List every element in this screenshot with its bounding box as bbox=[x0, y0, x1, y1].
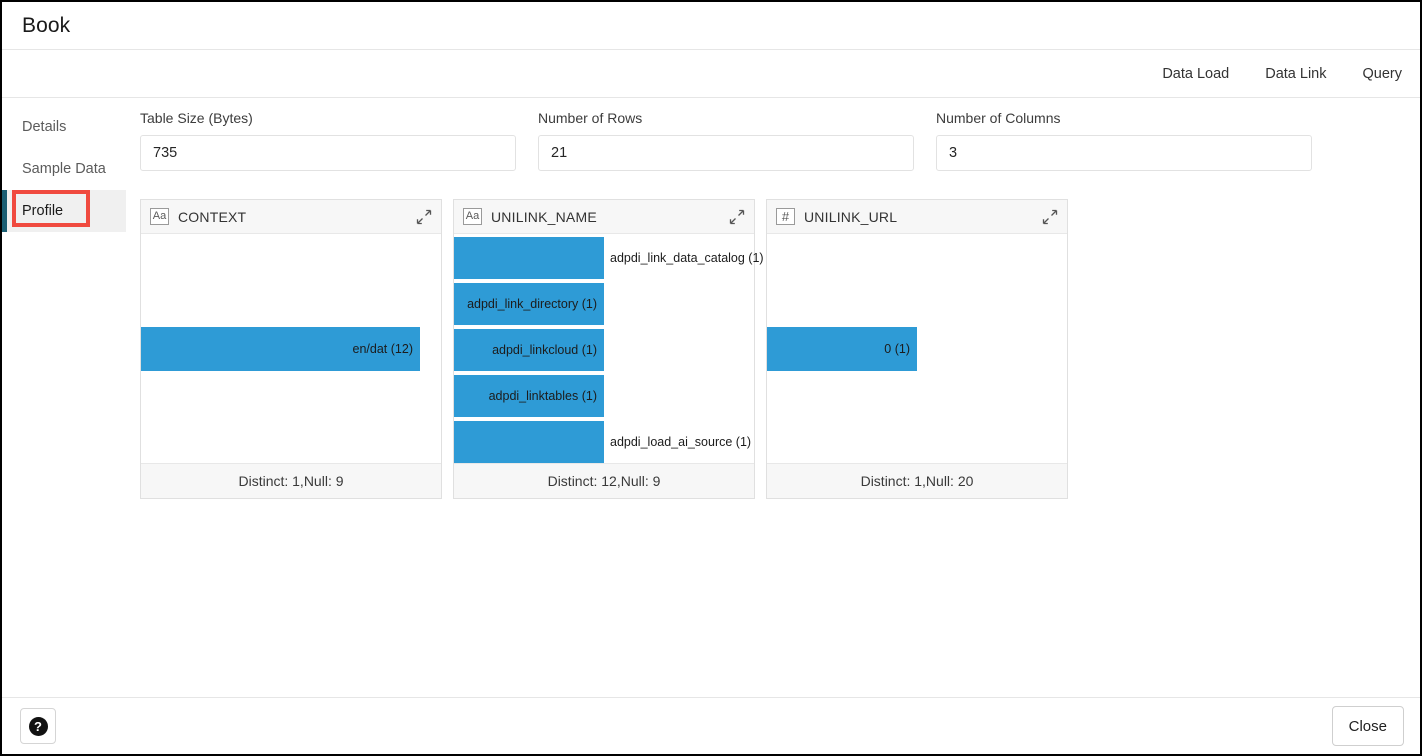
profile-cards: Aa CONTEXT en/dat (12) Distinct: 1,Null:… bbox=[140, 199, 1420, 499]
sidebar-item-label: Details bbox=[22, 119, 67, 135]
profile-card-context: Aa CONTEXT en/dat (12) Distinct: 1,Null:… bbox=[140, 199, 442, 499]
sidebar-item-label: Profile bbox=[22, 203, 64, 219]
dialog-titlebar: Book bbox=[2, 2, 1420, 50]
card-title: CONTEXT bbox=[178, 208, 247, 225]
bar-row[interactable]: adpdi_linkcloud (1) bbox=[454, 329, 754, 371]
text-type-icon: Aa bbox=[463, 208, 482, 225]
field-number-of-rows: Number of Rows bbox=[538, 110, 914, 171]
help-button[interactable]: ? bbox=[20, 708, 56, 744]
field-label: Number of Rows bbox=[538, 110, 643, 126]
card-footer-stats: Distinct: 1,Null: 9 bbox=[141, 463, 441, 498]
top-nav: Data Load Data Link Query bbox=[2, 50, 1420, 98]
close-button[interactable]: Close bbox=[1331, 706, 1404, 746]
page-title: Book bbox=[22, 13, 71, 37]
card-histogram: 0 (1) bbox=[767, 234, 1067, 463]
bar-label: adpdi_linktables (1) bbox=[488, 389, 597, 403]
dialog-body: Details Sample Data Profile Table Size (… bbox=[2, 98, 1420, 697]
bar-list: adpdi_link_data_catalog (1) adpdi_link_d… bbox=[454, 234, 764, 463]
field-label: Number of Columns bbox=[936, 110, 1061, 126]
nav-item-data-link[interactable]: Data Link bbox=[1265, 66, 1326, 82]
card-histogram: adpdi_link_data_catalog (1) adpdi_link_d… bbox=[454, 234, 764, 463]
book-dialog: Book Data Load Data Link Query Details S… bbox=[0, 0, 1422, 756]
card-title: UNILINK_URL bbox=[804, 208, 898, 225]
bar-label: adpdi_link_directory (1) bbox=[467, 297, 597, 311]
card-footer-stats: Distinct: 12,Null: 9 bbox=[454, 463, 754, 498]
dialog-footer: ? Close bbox=[2, 697, 1420, 754]
bar-row[interactable]: adpdi_link_data_catalog (1) bbox=[454, 237, 764, 279]
card-histogram: en/dat (12) bbox=[141, 234, 441, 463]
bar-label: adpdi_link_data_catalog (1) bbox=[610, 251, 764, 265]
bar-row[interactable]: adpdi_load_ai_source (1) bbox=[454, 421, 754, 463]
field-number-of-columns: Number of Columns bbox=[936, 110, 1312, 171]
number-type-icon: # bbox=[776, 208, 795, 225]
bar-label: 0 (1) bbox=[884, 341, 910, 356]
card-title: UNILINK_NAME bbox=[491, 208, 597, 225]
nav-item-query[interactable]: Query bbox=[1363, 66, 1403, 82]
bar-row[interactable]: 0 (1) bbox=[767, 326, 1067, 371]
profile-card-unilink-url: # UNILINK_URL 0 (1) Distinct: 1,Null: 20 bbox=[766, 199, 1068, 499]
expand-diagonal-icon[interactable] bbox=[1041, 208, 1059, 226]
profile-card-unilink-name: Aa UNILINK_NAME adpdi_link_data_catalog … bbox=[453, 199, 764, 499]
card-header: # UNILINK_URL bbox=[767, 200, 1067, 234]
field-table-size: Table Size (Bytes) bbox=[140, 110, 516, 171]
sidebar: Details Sample Data Profile bbox=[2, 98, 126, 697]
summary-fields: Table Size (Bytes) Number of Rows Number… bbox=[140, 110, 1420, 171]
number-of-columns-input[interactable] bbox=[936, 135, 1312, 171]
bar-label: adpdi_linkcloud (1) bbox=[492, 343, 597, 357]
card-footer-stats: Distinct: 1,Null: 20 bbox=[767, 463, 1067, 498]
expand-diagonal-icon[interactable] bbox=[728, 208, 746, 226]
bar-row[interactable]: adpdi_linktables (1) bbox=[454, 375, 754, 417]
sidebar-item-details[interactable]: Details bbox=[2, 106, 126, 148]
number-of-rows-input[interactable] bbox=[538, 135, 914, 171]
bar-row[interactable]: adpdi_link_directory (1) bbox=[454, 283, 754, 325]
table-size-input[interactable] bbox=[140, 135, 516, 171]
sidebar-item-profile[interactable]: Profile bbox=[2, 190, 126, 232]
bar-list: en/dat (12) bbox=[141, 234, 441, 463]
nav-item-data-load[interactable]: Data Load bbox=[1162, 66, 1229, 82]
bar-row[interactable]: en/dat (12) bbox=[141, 326, 441, 371]
card-header: Aa UNILINK_NAME bbox=[454, 200, 754, 234]
field-label: Table Size (Bytes) bbox=[140, 110, 253, 126]
card-header: Aa CONTEXT bbox=[141, 200, 441, 234]
expand-diagonal-icon[interactable] bbox=[415, 208, 433, 226]
bar-label: en/dat (12) bbox=[352, 341, 413, 356]
bar-label: adpdi_load_ai_source (1) bbox=[610, 435, 752, 449]
sidebar-item-label: Sample Data bbox=[22, 161, 106, 177]
question-mark-icon: ? bbox=[28, 716, 48, 736]
bar-list: 0 (1) bbox=[767, 234, 1067, 463]
profile-content: Table Size (Bytes) Number of Rows Number… bbox=[126, 98, 1420, 697]
sidebar-item-sample-data[interactable]: Sample Data bbox=[2, 148, 126, 190]
text-type-icon: Aa bbox=[150, 208, 169, 225]
